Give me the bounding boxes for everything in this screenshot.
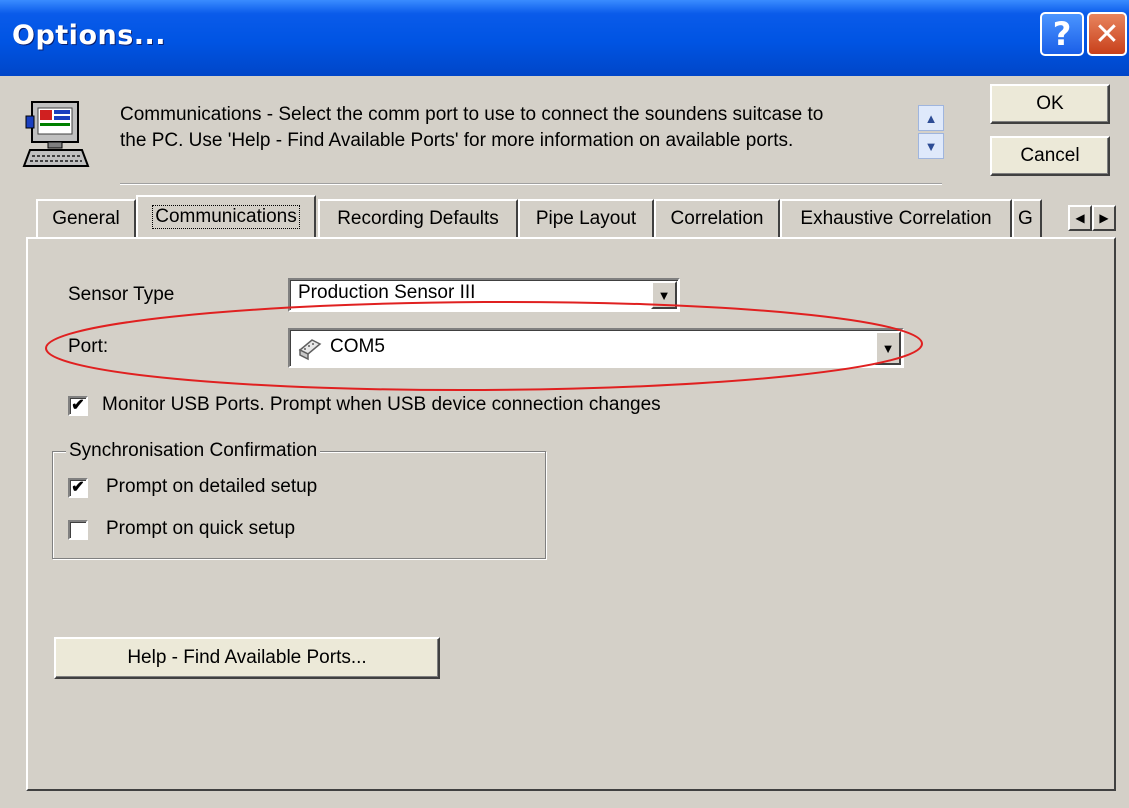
tab-scroll-left-button[interactable]: ◀ [1068, 205, 1092, 231]
tab-pipe-layout[interactable]: Pipe Layout [518, 199, 654, 237]
tab-recording-defaults[interactable]: Recording Defaults [318, 199, 518, 237]
description-line-2: the PC. Use 'Help - Find Available Ports… [120, 130, 794, 151]
scroll-up-button[interactable]: ▲ [918, 105, 944, 131]
tab-general[interactable]: General [36, 199, 136, 237]
tab-scroll-right-button[interactable]: ▶ [1092, 205, 1116, 231]
tab-pipe-layout-label: Pipe Layout [535, 208, 637, 229]
tab-recording-defaults-label: Recording Defaults [337, 208, 499, 229]
sensor-type-select[interactable]: Production Sensor III ▼ [288, 278, 680, 312]
tab-correlation[interactable]: Correlation [654, 199, 780, 237]
description-line-1: Communications - Select the comm port to… [120, 104, 824, 125]
sync-confirmation-group [52, 451, 546, 559]
prompt-quick-checkbox[interactable] [68, 520, 88, 540]
ok-button[interactable]: OK [990, 84, 1110, 124]
serial-port-icon [298, 339, 322, 361]
sensor-type-label: Sensor Type [68, 284, 175, 305]
port-value: COM5 [330, 336, 385, 357]
monitor-usb-checkbox[interactable]: ✔ [68, 396, 88, 416]
close-button[interactable]: ✕ [1087, 12, 1127, 56]
tab-general-label: General [52, 208, 120, 229]
window-title: Options... [12, 20, 167, 51]
sensor-type-value: Production Sensor III [298, 282, 476, 303]
port-select[interactable]: COM5 ▼ [288, 328, 904, 368]
port-label: Port: [68, 336, 109, 357]
tab-correlation-label: Correlation [670, 208, 764, 229]
port-dropdown-icon[interactable]: ▼ [875, 331, 901, 365]
help-find-ports-button[interactable]: Help - Find Available Ports... [54, 637, 440, 679]
tab-g-truncated[interactable]: G [1012, 199, 1042, 237]
sync-confirmation-title: Synchronisation Confirmation [66, 440, 321, 462]
sensor-type-dropdown-icon[interactable]: ▼ [651, 281, 677, 309]
scroll-down-button[interactable]: ▼ [918, 133, 944, 159]
prompt-quick-label: Prompt on quick setup [106, 518, 296, 539]
prompt-detailed-label: Prompt on detailed setup [106, 476, 318, 497]
cancel-button[interactable]: Cancel [990, 136, 1110, 176]
computer-config-icon [22, 101, 90, 167]
tab-exhaustive-correlation[interactable]: Exhaustive Correlation [780, 199, 1012, 237]
options-dialog: Options... ? ✕ Communications - Select t… [0, 0, 1129, 808]
tab-g-label: G [1018, 208, 1033, 229]
tab-exhaustive-correlation-label: Exhaustive Correlation [800, 208, 992, 229]
tab-communications-label: Communications [152, 205, 300, 229]
monitor-usb-label: Monitor USB Ports. Prompt when USB devic… [102, 394, 661, 415]
description-text: Communications - Select the comm port to… [120, 102, 910, 154]
help-title-button[interactable]: ? [1040, 12, 1084, 56]
header-separator [120, 183, 942, 185]
tab-communications[interactable]: Communications [136, 195, 316, 237]
title-bar[interactable]: Options... ? ✕ [0, 0, 1129, 76]
prompt-detailed-checkbox[interactable]: ✔ [68, 478, 88, 498]
